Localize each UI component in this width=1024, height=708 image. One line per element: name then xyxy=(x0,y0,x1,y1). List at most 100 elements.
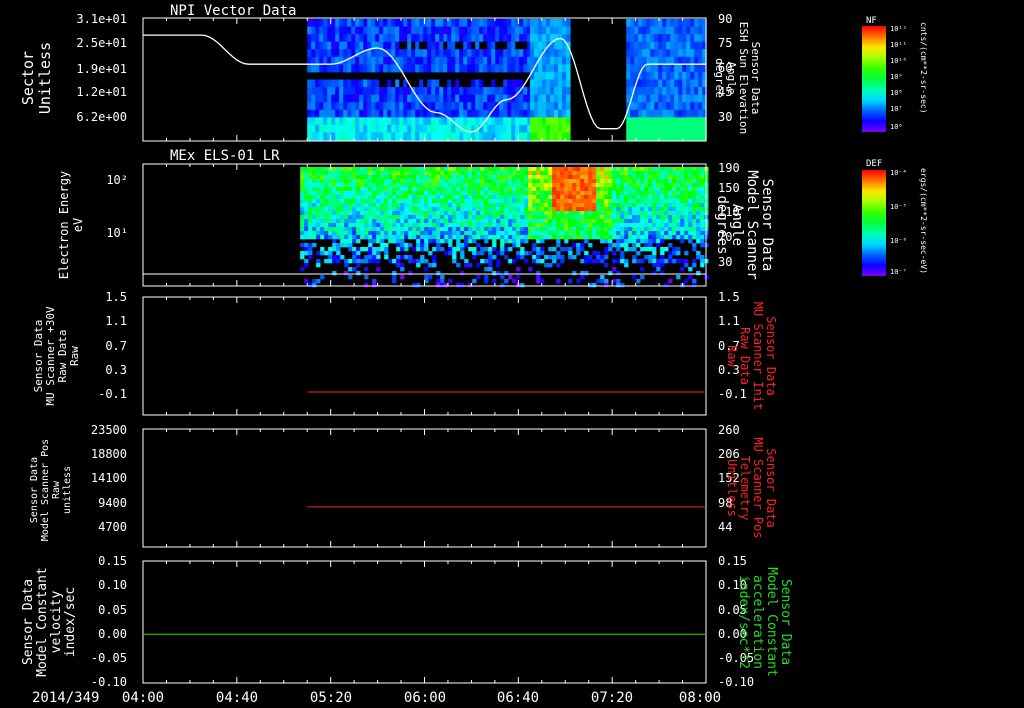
npi-cell xyxy=(467,109,472,118)
els-cell xyxy=(332,259,337,264)
els-cell xyxy=(376,191,381,196)
npi-cell xyxy=(662,41,667,50)
els-cell xyxy=(440,223,445,228)
els-cell xyxy=(476,243,481,248)
npi-cell xyxy=(638,87,643,96)
els-cell xyxy=(604,239,609,244)
els-cell xyxy=(356,207,361,212)
npi-cell xyxy=(515,64,520,73)
npi-cell xyxy=(674,94,679,103)
els-cell xyxy=(364,283,369,288)
npi-cell xyxy=(459,79,464,88)
els-cell xyxy=(684,191,689,196)
els-cell xyxy=(372,279,377,284)
els-cell xyxy=(372,203,377,208)
els-cell xyxy=(576,211,581,216)
els-cell xyxy=(484,207,489,212)
npi-cell xyxy=(387,34,392,43)
els-cell xyxy=(528,251,533,256)
npi-cell xyxy=(686,132,691,141)
npi-cell xyxy=(347,19,352,28)
els-cell xyxy=(332,223,337,228)
els-cell xyxy=(624,207,629,212)
els-cell xyxy=(432,219,437,224)
els-cell xyxy=(656,167,661,172)
els-cell xyxy=(372,255,377,260)
npi-cell xyxy=(311,124,316,133)
p4-right-tick: 260 xyxy=(718,423,740,437)
els-cell xyxy=(492,219,497,224)
npi-cell xyxy=(347,41,352,50)
els-cell xyxy=(348,167,353,172)
els-cell xyxy=(656,235,661,240)
date-label: 2014/349 xyxy=(32,690,99,706)
els-cell xyxy=(504,239,509,244)
els-cell xyxy=(388,179,393,184)
els-cell xyxy=(568,191,573,196)
els-cell xyxy=(540,215,545,220)
els-cell xyxy=(416,219,421,224)
els-cell xyxy=(300,211,305,216)
npi-cell xyxy=(542,26,547,35)
els-cell xyxy=(516,227,521,232)
npi-cell xyxy=(419,26,424,35)
els-cell xyxy=(532,235,537,240)
els-cell xyxy=(456,179,461,184)
els-cell xyxy=(344,239,349,244)
npi-cell xyxy=(403,102,408,111)
els-cell xyxy=(360,231,365,236)
els-cell xyxy=(516,215,521,220)
els-cell xyxy=(476,207,481,212)
els-cell xyxy=(308,191,313,196)
npi-cell xyxy=(455,87,460,96)
els-cell xyxy=(564,183,569,188)
els-cell xyxy=(612,279,617,284)
els-cell xyxy=(544,215,549,220)
npi-cell xyxy=(475,56,480,65)
els-cell xyxy=(656,219,661,224)
els-cell xyxy=(648,171,653,176)
els-cell xyxy=(464,211,469,216)
els-cell xyxy=(640,239,645,244)
npi-cell xyxy=(503,41,508,50)
els-cell xyxy=(684,167,689,172)
colorbar-def-tick: 10⁻⁴ xyxy=(890,169,907,177)
els-cell xyxy=(460,231,465,236)
els-cell xyxy=(520,223,525,228)
els-cell xyxy=(632,203,637,208)
els-cell xyxy=(352,203,357,208)
npi-cell xyxy=(399,26,404,35)
p4-left-tick: 18800 xyxy=(91,447,127,461)
npi-cell xyxy=(562,117,567,126)
els-cell xyxy=(388,207,393,212)
els-cell xyxy=(664,199,669,204)
els-cell xyxy=(564,247,569,252)
npi-cell xyxy=(698,109,703,118)
els-cell xyxy=(424,259,429,264)
els-cell xyxy=(672,183,677,188)
npi-cell xyxy=(507,102,512,111)
els-cell xyxy=(660,187,665,192)
els-cell xyxy=(520,195,525,200)
npi-cell xyxy=(638,94,643,103)
p5-left-ylabel: Sensor Data Model Constant velocity inde… xyxy=(21,567,78,677)
multi-panel-plot: NPI Vector Data 3.1e+01 2.5e+01 1.9e+01 … xyxy=(19,3,928,706)
npi-cell xyxy=(407,109,412,118)
npi-cell xyxy=(483,132,488,141)
els-cell xyxy=(552,255,557,260)
npi-cell xyxy=(311,102,316,111)
els-cell xyxy=(528,167,533,172)
npi-cell xyxy=(447,56,452,65)
npi-cell xyxy=(359,87,364,96)
els-cell xyxy=(476,167,481,172)
els-cell xyxy=(692,259,697,264)
els-cell xyxy=(596,211,601,216)
els-cell xyxy=(632,195,637,200)
els-cell xyxy=(652,251,657,256)
npi-cell xyxy=(379,19,384,28)
npi-cell xyxy=(634,117,639,126)
els-cell xyxy=(372,259,377,264)
npi-cell xyxy=(351,26,356,35)
els-cell xyxy=(416,259,421,264)
els-cell xyxy=(452,219,457,224)
